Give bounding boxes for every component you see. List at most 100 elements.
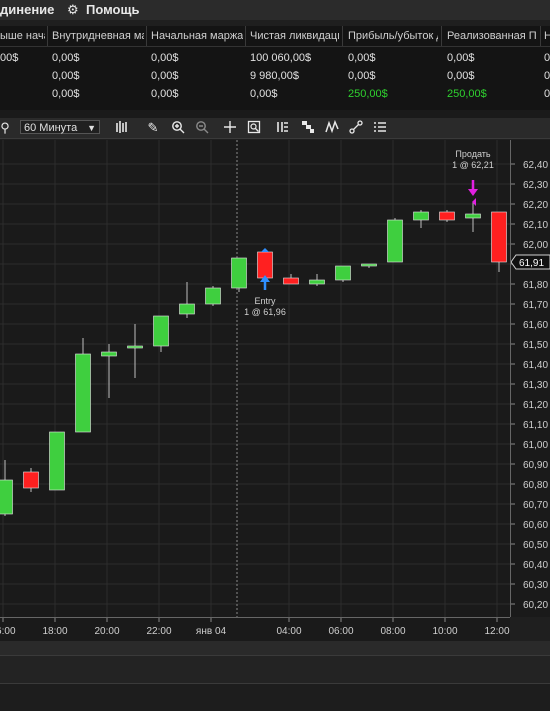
price-tick-label: 60,90 — [523, 460, 548, 471]
candle-body — [75, 353, 91, 433]
column-header[interactable]: Прибыль/убыток до — [348, 30, 438, 46]
table-cell: 9 980,00$ — [250, 70, 299, 82]
zoom-out-icon[interactable] — [194, 120, 210, 136]
account-grid: ыше нача Внутридневная ма Начальная марж… — [0, 26, 550, 110]
menu-help[interactable]: Помощь — [86, 2, 139, 17]
status-bar — [0, 683, 550, 711]
candle-body — [153, 315, 169, 347]
table-cell: 0,00$ — [151, 70, 179, 82]
time-tick-label: 12:00 — [484, 626, 509, 637]
column-header[interactable]: Чистая ликвидацио — [250, 30, 339, 46]
current-price-label: 61,91 — [519, 258, 544, 269]
tab-strip — [0, 655, 550, 684]
exit-label: Продать — [455, 149, 490, 159]
column-header[interactable]: Внутридневная ма — [52, 30, 144, 46]
price-tick-label: 60,50 — [523, 540, 548, 551]
column-header[interactable]: Н — [544, 30, 550, 46]
price-tick-label: 60,20 — [523, 600, 548, 611]
candle-body — [0, 479, 13, 515]
timeframe-value: 60 Минута — [24, 122, 78, 134]
search-icon[interactable]: ⚲ — [0, 120, 13, 136]
list-icon[interactable] — [372, 120, 388, 136]
table-cell: 0,00$ — [447, 70, 475, 82]
candle-body — [283, 277, 299, 285]
price-tick-label: 62,30 — [523, 180, 548, 191]
table-cell — [0, 70, 45, 86]
price-tick-label: 61,50 — [523, 340, 548, 351]
price-tick-label: 61,30 — [523, 380, 548, 391]
price-tick-label: 60,70 — [523, 500, 548, 511]
candle-body — [491, 211, 507, 263]
time-tick-label: 06:00 — [328, 626, 353, 637]
candlestick-chart[interactable]: Entry1 @ 61,96 Продать1 @ 62,21 — [0, 140, 510, 617]
time-axis[interactable]: 16:00 18:00 20:00 22:00 янв 04 04:00 06:00 08:0… — [0, 617, 510, 642]
price-tick-label: 61,40 — [523, 360, 548, 371]
table-cell: 100 060,00$ — [250, 52, 312, 64]
column-header[interactable]: ыше нача — [0, 30, 45, 46]
properties-icon[interactable] — [246, 120, 262, 136]
chart-scrollbar[interactable] — [0, 641, 550, 655]
price-tick-label: 60,30 — [523, 580, 548, 591]
table-cell: 0 — [544, 52, 550, 64]
price-tick-label: 61,20 — [523, 400, 548, 411]
price-tick-label: 62,40 — [523, 160, 548, 171]
table-cell-realized: 250,00$ — [447, 88, 487, 100]
candle-body — [23, 471, 39, 489]
table-cell: 0 — [544, 88, 550, 100]
zoom-in-icon[interactable] — [170, 120, 186, 136]
pencil-icon[interactable]: ✎ — [145, 120, 161, 136]
crosshair-icon[interactable] — [222, 120, 238, 136]
price-tick-label: 61,80 — [523, 280, 548, 291]
candle-body — [231, 257, 247, 289]
strategies-icon[interactable] — [300, 120, 316, 136]
exit-detail: 1 @ 62,21 — [452, 160, 494, 170]
price-tick-label: 62,10 — [523, 220, 548, 231]
table-cell: 0,00$ — [447, 52, 475, 64]
entry-marker — [261, 248, 269, 252]
candle-body — [361, 263, 377, 267]
price-axis-svg: 62,4062,3062,2062,1062,0061,9061,8061,70… — [510, 160, 550, 611]
price-tick-label: 60,80 — [523, 480, 548, 491]
table-cell: 0,00$ — [151, 88, 179, 100]
column-header[interactable]: Начальная маржа — [151, 30, 243, 46]
time-tick-label: 20:00 — [94, 626, 119, 637]
bars-icon[interactable] — [114, 120, 130, 136]
price-tick-label: 62,20 — [523, 200, 548, 211]
candle-body — [127, 345, 143, 349]
help-gear-icon[interactable]: ⚙ — [67, 2, 79, 18]
entry-detail: 1 @ 61,96 — [244, 307, 286, 317]
table-cell-profit: 250,00$ — [348, 88, 388, 100]
timeframe-select[interactable]: 60 Минута ▼ — [20, 120, 100, 134]
menu-connection[interactable]: динение — [0, 2, 54, 17]
candle-body — [465, 213, 481, 219]
time-tick-label: 22:00 — [146, 626, 171, 637]
candle-body — [49, 431, 65, 491]
candle-body — [205, 287, 221, 305]
time-axis-svg: 16:00 18:00 20:00 22:00 янв 04 04:00 06:00 08:0… — [0, 618, 510, 637]
price-tick-label: 62,00 — [523, 240, 548, 251]
time-tick-label: 04:00 — [276, 626, 301, 637]
drawing-tool-icon[interactable] — [348, 120, 364, 136]
time-tick-label: 10:00 — [432, 626, 457, 637]
candle-body — [309, 279, 325, 285]
candle-body — [413, 211, 429, 221]
indicators-icon[interactable] — [324, 119, 340, 136]
price-tick-label: 61,60 — [523, 320, 548, 331]
columns-icon[interactable] — [274, 120, 290, 136]
price-tick-label: 60,40 — [523, 560, 548, 571]
table-cell: 0,00$ — [348, 52, 376, 64]
candle-body — [335, 265, 351, 281]
price-chart-area[interactable]: Entry 1 @ 61,96 Продать 1 @ 62,21 — [0, 140, 510, 617]
price-axis[interactable]: 62,4062,3062,2062,1062,0061,9061,8061,70… — [510, 140, 550, 617]
time-tick-label: 18:00 — [42, 626, 67, 637]
candle-body — [179, 303, 195, 315]
table-cell: 0,00$ — [52, 88, 80, 100]
column-header[interactable]: Реализованная Пр — [447, 30, 537, 46]
time-tick-label: янв 04 — [196, 626, 227, 637]
candle-body — [387, 219, 403, 263]
sell-arrow-head — [468, 189, 478, 196]
table-cell: 0,00$ — [348, 70, 376, 82]
panel-splitter[interactable] — [0, 110, 550, 118]
price-tick-label: 61,00 — [523, 440, 548, 451]
chart-toolbar: ⚲ 60 Минута ▼ ✎ — [0, 118, 550, 139]
